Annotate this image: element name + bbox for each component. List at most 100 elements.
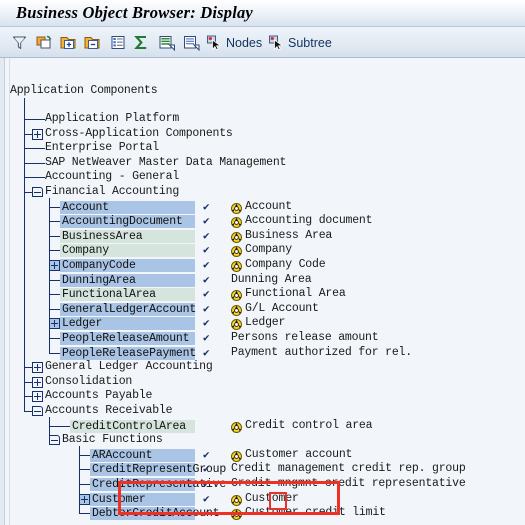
tree-node-label[interactable]: Accounts Receivable [45,404,173,417]
tree-node-description: Persons release amount [231,331,379,344]
tree-node-label[interactable]: General Ledger Accounting [45,360,213,373]
tree-node-description: Payment authorized for rel. [231,345,412,359]
tree-expander-plus[interactable] [49,260,60,271]
tree-node-description: Credit management credit rep. group [231,462,466,476]
document-icon [184,36,200,51]
collapse-node-button[interactable] [83,32,101,53]
tree-connector-line [24,411,32,412]
node-checked-icon: ✔ [203,333,210,345]
node-checked-icon: ✔ [203,230,210,243]
tree-connector-line [24,119,45,120]
tree-node-label[interactable]: Company [60,244,195,258]
subtree-button-label: Subtree [288,35,332,50]
business-object-browser-window: Business Object Browser: Display Nodes S… [0,0,525,525]
tree-node-description: Customer account [245,447,353,461]
tree-expander-minus[interactable] [49,435,60,446]
business-object-icon [231,230,242,243]
node-checked-icon: ✔ [203,260,210,272]
nodes-button-label: Nodes [226,35,263,50]
tree-expander-minus[interactable] [32,187,43,197]
filter-button[interactable] [11,32,28,53]
node-checked-icon: ✔ [203,274,210,287]
tree-node-label[interactable]: SAP NetWeaver Master Data Management [45,156,286,169]
business-object-icon [231,449,242,462]
tree-node-label[interactable]: CreditControlArea [70,419,195,433]
tree-node-label[interactable]: AccountingDocument [60,215,195,229]
tree-node-label[interactable]: CompanyCode [60,259,195,272]
expand-node-button[interactable] [59,32,77,53]
tree-node-label[interactable]: Ledger [60,317,195,331]
node-checked-icon: ✔ [203,318,210,331]
tree-node-label[interactable]: GeneralLedgerAccount [60,302,196,316]
node-checked-icon: ✔ [203,201,210,214]
select-cursor-icon [207,35,222,51]
node-checked-icon: ✔ [203,216,210,229]
tree-node-label[interactable]: Basic Functions [62,433,163,446]
tree-expander-plus[interactable] [79,493,90,505]
tree-node-label[interactable]: Consolidation [45,375,132,388]
title-bar: Business Object Browser: Display [0,0,525,27]
node-checked-icon: ✔ [203,245,210,258]
tree-node-label[interactable]: PeopleReleasePayment [60,346,196,360]
tree-root-label[interactable]: Application Components [10,84,158,97]
business-object-icon [231,303,242,316]
new-window-button[interactable] [35,32,53,53]
tree-node-description: Company [245,243,292,257]
tree-node-label[interactable]: FunctionalArea [60,288,195,302]
business-object-icon [231,259,242,272]
tree-panel: Application Components Application Platfo… [0,58,525,525]
tree-node-description: Ledger [245,316,286,330]
tree-connector-line [24,148,45,150]
page-title: Business Object Browser: Display [16,3,253,22]
tree-node-description: Dunning Area [231,272,312,286]
tree-node-description: G/L Account [245,301,319,315]
tree-node-description: Business Area [245,228,333,242]
tree-expander-minus[interactable] [32,406,43,416]
tree-node-description: Company Code [245,258,326,271]
tree-node-label[interactable]: BusinessArea [60,229,195,243]
sort-list-button[interactable] [158,32,176,53]
business-object-icon [231,201,242,214]
toolbar: Nodes Subtree [0,27,525,58]
tree-node-label[interactable]: Application Platform [45,112,179,125]
tree-node-label[interactable]: CreditRepresentGroup [90,463,226,477]
subtree-button[interactable]: Subtree [268,32,332,53]
business-object-icon [231,317,242,331]
expand-node-icon [60,37,76,49]
tree-node-label[interactable]: Accounting - General [45,170,179,183]
print-preview-button[interactable] [182,32,200,53]
detail-list-icon [111,36,125,49]
tree-node-label[interactable]: PeopleReleaseAmount [60,332,195,345]
sort-list-icon [159,36,175,51]
tree-node-label[interactable]: ARAccount [90,448,195,462]
tree-node-label[interactable]: Accounts Payable [45,389,152,402]
tree-node-label[interactable]: Cross-Application Components [45,127,233,140]
tree-expander-plus[interactable] [32,362,43,374]
select-cursor-icon [269,35,284,51]
tree-connector-line [24,381,32,383]
tree-node-description: Credit control area [245,418,373,432]
tree-node-description: Account [245,199,292,213]
tree-node-label[interactable]: Account [60,200,195,214]
collapse-node-icon [84,37,100,49]
tree-node-description: Accounting document [245,214,373,228]
tree-connector-line [24,98,25,411]
object-tree[interactable]: Application Components Application Platfo… [0,58,525,525]
node-checked-icon: ✔ [203,449,210,462]
business-object-icon [231,288,242,302]
tree-node-label[interactable]: DunningArea [60,273,195,287]
tree-node-label[interactable]: Financial Accounting [45,185,179,198]
tree-expander-plus[interactable] [32,391,43,403]
tree-connector-line [24,396,32,398]
totals-button[interactable] [133,32,150,53]
tree-node-label[interactable]: Enterprise Portal [45,141,159,154]
tree-connector-line [24,367,32,369]
node-checked-icon: ✔ [203,464,210,477]
business-object-icon [231,244,242,258]
tree-expander-plus[interactable] [32,128,43,140]
detail-list-button[interactable] [110,32,126,53]
node-checked-icon: ✔ [203,303,210,316]
tree-expander-plus[interactable] [32,376,43,388]
nodes-button[interactable]: Nodes [206,32,262,53]
tree-expander-plus[interactable] [49,318,60,330]
